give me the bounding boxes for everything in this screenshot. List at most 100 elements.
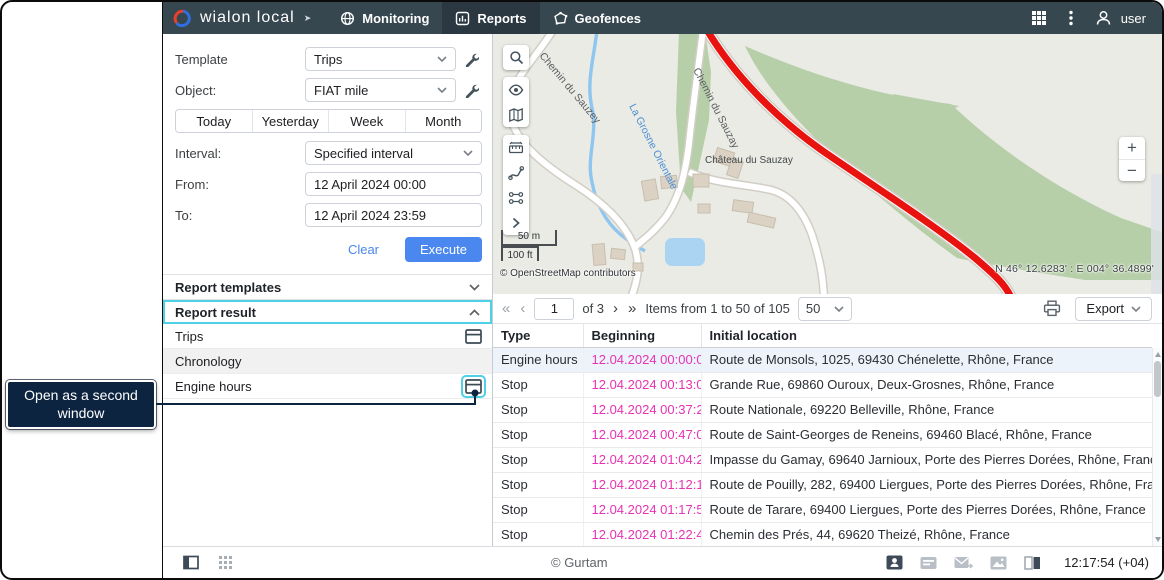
tab-monitoring[interactable]: Monitoring [327,2,442,34]
col-header-beginning[interactable]: Beginning [583,324,701,347]
cell-beginning[interactable]: 12.04.2024 00:13:02 [583,372,701,397]
result-item-chronology[interactable]: Chronology [163,349,492,374]
section-report-templates[interactable]: Report templates [163,274,492,299]
user-menu[interactable]: user [1095,10,1146,27]
range-today-button[interactable]: Today [176,110,252,132]
from-date-input[interactable] [314,177,473,192]
map-label-chateau: Château du Sauzay [705,155,793,166]
prev-page-button[interactable]: ‹ [519,301,526,316]
result-item-label: Trips [175,329,203,344]
table-row[interactable]: Stop 12.04.2024 00:37:25 Route Nationale… [493,397,1152,422]
panels-icon[interactable] [1024,556,1041,570]
interval-select[interactable]: Specified interval [305,141,482,165]
monitoring-globe-icon [340,11,355,26]
cell-type: Stop [493,447,583,472]
table-scrollbar[interactable] [1152,348,1162,546]
table-row[interactable]: Stop 12.04.2024 01:22:49 Chemin des Prés… [493,522,1152,546]
next-page-button[interactable]: › [612,301,619,316]
ruler-icon[interactable] [503,135,529,160]
link-points-icon[interactable] [503,185,529,210]
open-second-window-icon-highlighted[interactable] [465,379,482,394]
range-month-button[interactable]: Month [405,110,482,132]
chevron-down-icon [834,306,844,312]
col-header-type[interactable]: Type [493,324,583,347]
clear-button[interactable]: Clear [348,242,379,257]
page-size-value: 50 [806,301,820,316]
table-row[interactable]: Stop 12.04.2024 01:04:22 Impasse du Gama… [493,447,1152,472]
table-row[interactable]: Stop 12.04.2024 00:13:02 Grande Rue, 698… [493,372,1152,397]
media-icon[interactable] [990,556,1007,570]
table-row[interactable]: Stop 12.04.2024 01:12:14 Route de Pouill… [493,472,1152,497]
template-settings-wrench-icon[interactable] [460,48,482,70]
tab-geofences[interactable]: Geofences [540,2,654,34]
status-bar: © Gurtam 12:17:54 (+04) [163,546,1162,578]
print-icon[interactable] [1043,300,1061,317]
cell-type: Stop [493,422,583,447]
search-icon[interactable] [503,45,529,70]
cell-type: Stop [493,372,583,397]
map-source-icon[interactable] [503,102,529,127]
chevron-down-icon [1131,306,1141,312]
execute-button[interactable]: Execute [405,237,482,262]
map-attribution: © OpenStreetMap contributors [500,268,636,279]
first-page-button[interactable]: « [501,301,511,316]
template-select[interactable]: Trips [305,47,456,71]
messages-icon[interactable] [954,556,973,570]
report-table-body: Engine hours 12.04.2024 00:00:00 Route d… [493,347,1152,546]
cell-beginning[interactable]: 12.04.2024 01:17:52 [583,497,701,522]
kebab-menu-icon[interactable] [1069,10,1073,26]
chevron-down-icon [463,150,473,156]
user-icon [1095,10,1112,27]
apps-grid-icon[interactable] [1031,10,1047,26]
scroll-up-arrow-icon[interactable] [1155,352,1161,357]
zoom-in-button[interactable]: + [1119,137,1145,159]
cell-beginning[interactable]: 12.04.2024 00:47:07 [583,422,701,447]
table-pagination-bar: « ‹ of 3 › » Items from 1 to 50 of 105 5… [493,294,1162,324]
table-row[interactable]: Stop 12.04.2024 01:17:52 Route de Tarare… [493,497,1152,522]
result-item-engine-hours[interactable]: Engine hours [163,374,492,399]
to-date-input[interactable] [314,208,473,223]
cell-beginning[interactable]: 12.04.2024 01:04:22 [583,447,701,472]
export-button[interactable]: Export [1075,297,1152,321]
template-label: Template [175,52,305,67]
tab-reports-label: Reports [477,11,526,26]
toggle-sidebar-icon[interactable] [183,555,199,570]
report-result-label: Report result [175,305,256,320]
range-week-button[interactable]: Week [328,110,405,132]
tab-geofences-label: Geofences [575,11,641,26]
copyright-label: © Gurtam [551,555,608,570]
object-select-value: FIAT mile [314,83,368,98]
section-report-result[interactable]: Report result [163,299,492,324]
result-item-label: Chronology [175,354,242,369]
table-header-row: Type Beginning Initial location [493,324,1152,347]
page-size-select[interactable]: 50 [798,297,852,321]
result-item-trips[interactable]: Trips [163,324,492,349]
visibility-eye-icon[interactable] [503,77,529,102]
object-select[interactable]: FIAT mile [305,78,456,102]
cell-type: Stop [493,472,583,497]
export-label: Export [1086,301,1124,316]
zoom-out-button[interactable]: − [1119,159,1145,181]
col-header-initial-location[interactable]: Initial location [701,324,1152,347]
trailers-icon[interactable] [920,556,937,570]
tab-reports[interactable]: Reports [442,2,539,34]
topbar-right-cluster: user [1031,10,1162,27]
open-second-window-icon[interactable] [465,329,482,344]
object-settings-wrench-icon[interactable] [460,79,482,101]
track-route-icon[interactable] [503,160,529,185]
cell-beginning[interactable]: 12.04.2024 01:22:49 [583,522,701,546]
cell-beginning[interactable]: 12.04.2024 00:00:00 [583,347,701,372]
page-number-input[interactable] [534,298,574,320]
cell-initial-location: Route de Monsols, 1025, 69430 Chénelette… [701,347,1152,372]
bottom-apps-grid-icon[interactable] [219,556,232,569]
table-row[interactable]: Stop 12.04.2024 00:47:07 Route de Saint-… [493,422,1152,447]
drivers-icon[interactable] [886,555,903,570]
table-row[interactable]: Engine hours 12.04.2024 00:00:00 Route d… [493,347,1152,372]
cell-beginning[interactable]: 12.04.2024 00:37:25 [583,397,701,422]
last-page-button[interactable]: » [627,301,637,316]
scroll-down-arrow-icon[interactable] [1155,537,1161,542]
range-yesterday-button[interactable]: Yesterday [252,110,329,132]
map[interactable]: Chemin du Sauzey Chemin du Sauzay La Gro… [493,34,1162,294]
cell-beginning[interactable]: 12.04.2024 01:12:14 [583,472,701,497]
scrollbar-thumb[interactable] [1154,361,1161,397]
